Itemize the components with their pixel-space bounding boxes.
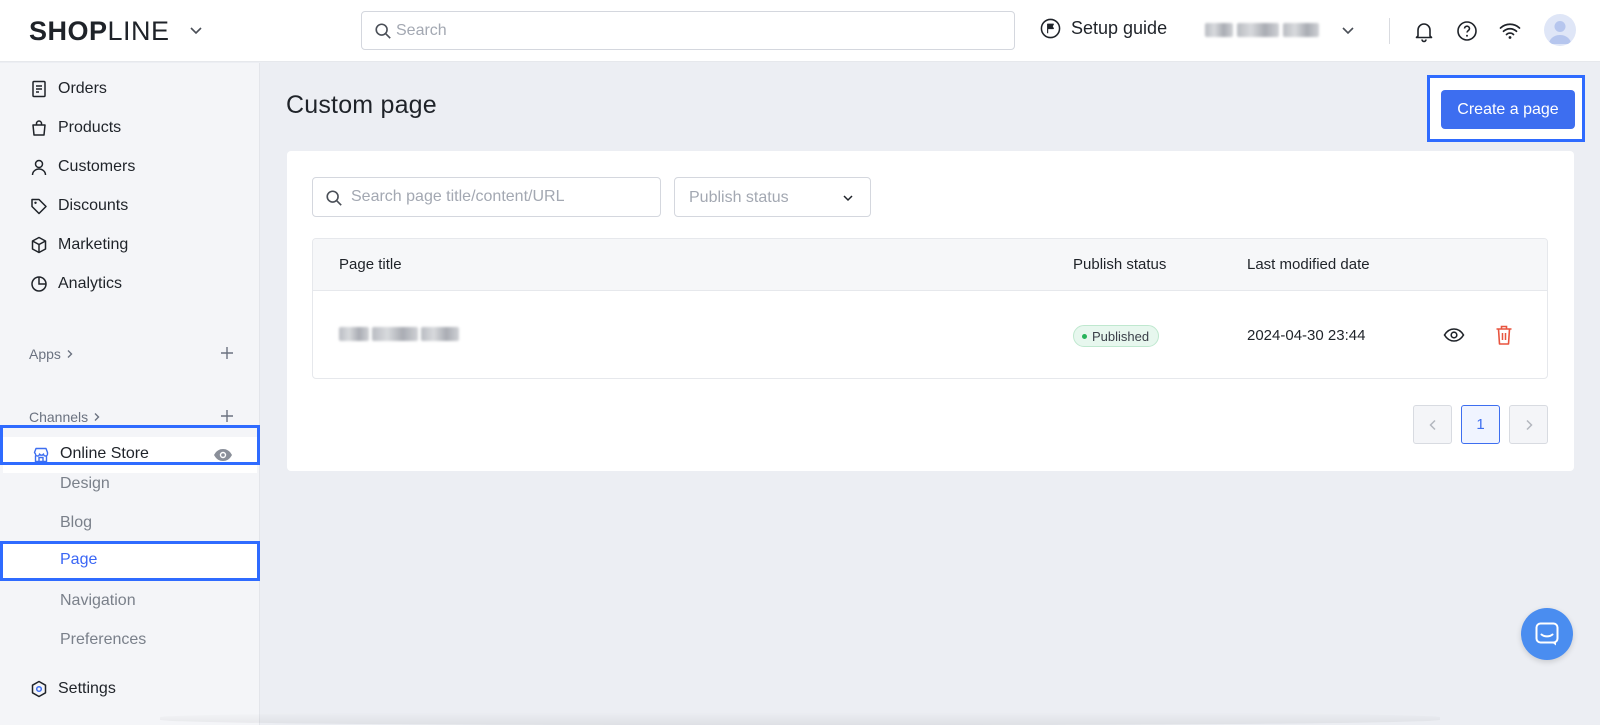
status-label: Published: [1092, 328, 1150, 344]
store-switcher[interactable]: [1205, 20, 1331, 40]
create-page-highlight: Create a page: [1427, 75, 1585, 142]
bell-icon[interactable]: [1412, 19, 1436, 43]
pagination-prev-button[interactable]: [1413, 405, 1452, 444]
column-header-publish-status: Publish status: [1073, 256, 1167, 273]
sidebar-item-label: Products: [58, 119, 122, 136]
apps-label: Apps: [29, 346, 61, 362]
wifi-icon[interactable]: [1498, 19, 1522, 43]
sidebar-subitem-label: Navigation: [60, 592, 136, 609]
chevron-down-icon[interactable]: [188, 22, 204, 38]
online-store-highlight: [0, 425, 260, 465]
help-icon[interactable]: [1455, 19, 1479, 43]
blurred-page-title[interactable]: [339, 327, 459, 341]
page-search-input[interactable]: [351, 178, 651, 216]
cube-icon: [31, 236, 47, 254]
pagination-page-button[interactable]: 1: [1461, 405, 1500, 444]
column-header-page-title: Page title: [339, 256, 402, 273]
column-header-last-modified: Last modified date: [1247, 256, 1370, 273]
chevron-right-icon: [67, 350, 73, 358]
global-search[interactable]: [361, 11, 1015, 50]
sidebar-item-products[interactable]: Products: [0, 110, 260, 146]
page-item-highlight: [0, 541, 260, 581]
sidebar-item-marketing[interactable]: Marketing: [0, 227, 260, 263]
sidebar: Orders Products Customers Discounts Mark…: [0, 63, 260, 725]
chevron-down-icon[interactable]: [1340, 22, 1356, 38]
blurred-text: [339, 327, 369, 341]
sidebar-item-label: Marketing: [58, 236, 129, 253]
add-channel-icon[interactable]: [220, 409, 234, 423]
publish-status-select[interactable]: Publish status: [674, 177, 871, 217]
sidebar-subitem-label: Design: [60, 475, 110, 492]
search-icon: [375, 23, 391, 39]
chevron-right-icon: [1525, 419, 1533, 430]
channels-label: Channels: [29, 409, 89, 425]
table-row[interactable]: Published 2024-04-30 23:44: [313, 291, 1547, 378]
setup-guide-label: Setup guide: [1071, 18, 1168, 38]
add-app-icon[interactable]: [220, 346, 234, 360]
person-icon: [31, 159, 47, 176]
sidebar-subitem-label: Blog: [60, 514, 93, 531]
sidebar-item-settings[interactable]: Settings: [0, 671, 260, 707]
channels-section-header[interactable]: Channels: [29, 409, 102, 425]
pagination-next-button[interactable]: [1509, 405, 1548, 444]
flag-icon: [1040, 18, 1061, 39]
eye-icon[interactable]: [1443, 326, 1465, 344]
chevron-left-icon: [1428, 419, 1436, 430]
apps-section-header[interactable]: Apps: [29, 346, 75, 362]
avatar[interactable]: [1544, 14, 1576, 46]
last-modified-date: 2024-04-30 23:44: [1247, 327, 1366, 344]
sidebar-item-label: Orders: [58, 80, 107, 97]
sidebar-subitem-blog[interactable]: Blog: [0, 505, 260, 541]
pie-chart-icon: [31, 276, 47, 292]
trash-icon[interactable]: [1495, 324, 1513, 346]
blurred-store-name: [1205, 23, 1233, 37]
search-input[interactable]: [396, 12, 996, 49]
sidebar-item-orders[interactable]: Orders: [0, 71, 260, 107]
sidebar-item-analytics[interactable]: Analytics: [0, 266, 260, 302]
settings-icon: [31, 680, 47, 698]
top-bar: SHOPLINE Setup guide: [0, 0, 1600, 62]
sidebar-subitem-design[interactable]: Design: [0, 466, 260, 502]
user-avatar-icon: [1549, 21, 1571, 44]
create-page-button[interactable]: Create a page: [1441, 90, 1575, 129]
tag-icon: [31, 198, 47, 215]
status-dot: [1082, 333, 1087, 339]
sidebar-item-customers[interactable]: Customers: [0, 149, 260, 185]
sidebar-item-discounts[interactable]: Discounts: [0, 188, 260, 224]
logo-bold-text: SHOP: [29, 16, 108, 46]
table-header: Page title Publish status Last modified …: [313, 239, 1547, 291]
sidebar-item-label: Analytics: [58, 275, 123, 292]
pages-card: Publish status Page title Publish status…: [287, 151, 1574, 471]
blurred-text: [372, 327, 418, 341]
blurred-store-name: [1237, 23, 1279, 37]
blurred-text: [421, 327, 459, 341]
chat-launcher-button[interactable]: [1521, 608, 1573, 660]
publish-status-placeholder: Publish status: [689, 189, 789, 206]
sidebar-subitem-navigation[interactable]: Navigation: [0, 583, 260, 619]
pages-table: Page title Publish status Last modified …: [312, 238, 1548, 379]
sidebar-item-label: Settings: [58, 680, 116, 697]
blurred-store-name: [1283, 23, 1319, 37]
sidebar-subitem-preferences[interactable]: Preferences: [0, 622, 260, 658]
bag-icon: [32, 120, 46, 136]
shopline-logo[interactable]: SHOP LINE: [29, 15, 170, 47]
sidebar-item-label: Discounts: [58, 197, 129, 214]
setup-guide-button[interactable]: Setup guide: [1040, 18, 1167, 39]
search-icon: [326, 190, 342, 206]
logo-light-text: LINE: [107, 16, 170, 46]
sidebar-item-label: Customers: [58, 158, 136, 175]
bottom-edge-shadow: [160, 712, 1440, 725]
sidebar-subitem-label: Preferences: [60, 631, 147, 648]
page-title: Custom page: [286, 91, 437, 119]
chevron-right-icon: [94, 413, 100, 421]
chat-icon: [1535, 622, 1559, 646]
orders-icon: [32, 80, 46, 98]
status-badge: Published: [1073, 325, 1160, 347]
chevron-down-icon: [843, 195, 853, 202]
page-search-field[interactable]: [312, 177, 661, 217]
divider: [1389, 18, 1390, 44]
